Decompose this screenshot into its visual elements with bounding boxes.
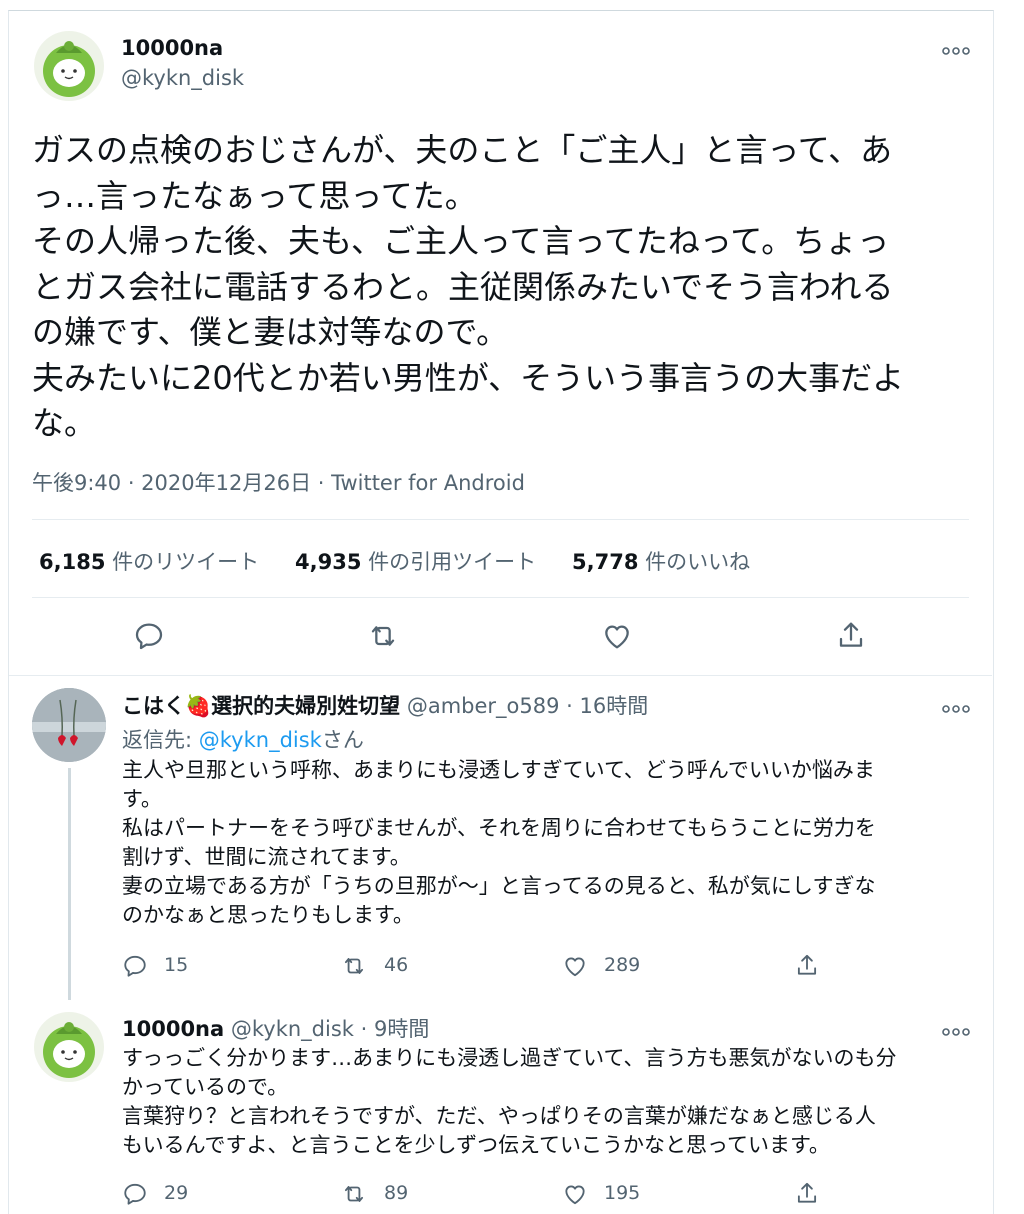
reply-icon[interactable]: [133, 620, 165, 652]
share-icon[interactable]: [794, 1179, 820, 1207]
tweet-time[interactable]: · 9時間: [361, 1017, 430, 1041]
tweet-line: 夫みたいに20代とか若い男性が、そういう事言うの大事だよ: [32, 358, 905, 397]
like-count: 195: [604, 1182, 641, 1204]
retweet-icon[interactable]: [340, 953, 368, 979]
retweet-count: 6,185: [39, 550, 106, 574]
tweet-line: その人帰った後、夫も、ご主人って言ってたねって。ちょっ: [32, 222, 890, 260]
avatar[interactable]: [34, 31, 104, 101]
quote-stats[interactable]: 4,935 件の引用ツイート: [295, 546, 536, 576]
divider: [9, 675, 992, 676]
tweet-body: ガスの点検のおじさんが、夫のこと「ご主人」と言って、あ っ…言ったなぁって思って…: [32, 128, 904, 447]
like-icon[interactable]: [562, 1181, 588, 1207]
more-icon[interactable]: [942, 694, 970, 718]
avatar[interactable]: [32, 688, 106, 762]
display-name[interactable]: こはく🍓選択的夫婦別姓切望: [122, 694, 400, 718]
tweet-line: ガスの点検のおじさんが、夫のこと「ご主人」と言って、あ: [32, 131, 893, 169]
tweet-line: 妻の立場である方が「うちの旦那が〜」と言ってるの見ると、私が気にしすぎな: [122, 874, 876, 898]
more-icon[interactable]: [942, 36, 970, 60]
like-icon[interactable]: [601, 620, 633, 652]
tweet-line: な。: [32, 404, 97, 442]
tweet-line: 主人や旦那という呼称、あまりにも浸透しすぎていて、どう呼んでいいか悩みま: [122, 758, 875, 782]
retweet-stats[interactable]: 6,185 件のリツイート: [39, 546, 259, 576]
display-name[interactable]: 10000na: [122, 1017, 224, 1041]
divider: [32, 519, 969, 520]
retweet-icon[interactable]: [340, 1181, 368, 1207]
retweet-label: 件のリツイート: [112, 550, 260, 574]
tweet-line: 私はパートナーをそう呼びませんが、それを周りに合わせてもらうことに労力を: [122, 816, 876, 840]
tweet-line: のかなぁと思ったりもします。: [122, 903, 414, 927]
tweet-timestamp[interactable]: 午後9:40 · 2020年12月26日 · Twitter for Andro…: [32, 467, 525, 497]
quote-label: 件の引用ツイート: [368, 550, 537, 574]
tweet-line: かっているので。: [122, 1075, 289, 1099]
divider: [32, 597, 969, 598]
more-icon[interactable]: [942, 1017, 970, 1041]
like-count: 5,778: [572, 550, 639, 574]
user-handle[interactable]: @kykn_disk: [121, 66, 244, 90]
reply-icon[interactable]: [122, 1181, 148, 1207]
share-icon[interactable]: [794, 951, 820, 979]
tweet-line: っ…言ったなぁって思ってた。: [32, 176, 477, 215]
retweet-icon[interactable]: [366, 620, 400, 652]
user-handle[interactable]: @amber_o589: [407, 694, 560, 718]
share-icon[interactable]: [835, 618, 867, 652]
tweet-line: もいるんですよ、と言うことを少しずつ伝えていこうかなと思っています。: [122, 1133, 830, 1157]
thread-line: [68, 768, 71, 1000]
retweet-count: 89: [384, 1182, 409, 1204]
like-stats[interactable]: 5,778 件のいいね: [572, 546, 750, 576]
quote-count: 4,935: [295, 550, 362, 574]
user-handle[interactable]: @kykn_disk: [231, 1017, 354, 1041]
tweet-line: の嫌です、僕と妻は対等なので。: [32, 313, 509, 351]
tweet-body: 主人や旦那という呼称、あまりにも浸透しすぎていて、どう呼んでいいか悩みま す。 …: [122, 756, 876, 930]
tweet-line: す。: [122, 787, 162, 811]
avatar[interactable]: [34, 1012, 104, 1082]
reply-icon[interactable]: [122, 953, 148, 979]
tweet-header: こはく🍓選択的夫婦別姓切望 @amber_o589 · 16時間: [122, 690, 648, 720]
tweet-header: 10000na @kykn_disk · 9時間: [122, 1013, 429, 1043]
reply-count: 29: [164, 1182, 189, 1204]
display-name[interactable]: 10000na: [121, 36, 223, 60]
reply-count: 15: [164, 954, 189, 976]
tweet-body: すっっごく分かります…あまりにも浸透し過ぎていて、言う方も悪気がないのも分 かっ…: [122, 1044, 896, 1160]
tweet-time[interactable]: · 16時間: [566, 694, 648, 718]
tweet-line: すっっごく分かります…あまりにも浸透し過ぎていて、言う方も悪気がないのも分: [122, 1046, 897, 1070]
reply-to-suffix: さん: [321, 728, 364, 752]
tweet-line: 言葉狩り？と言われそうですが、ただ、やっぱりその言葉が嫌だなぁと感じる人: [122, 1104, 876, 1128]
tweet-line: とガス会社に電話するわと。主従関係みたいでそう言われる: [32, 267, 894, 306]
retweet-count: 46: [384, 954, 409, 976]
reply-to: 返信先: @kykn_diskさん: [122, 724, 364, 754]
reply-to-prefix: 返信先:: [122, 728, 199, 752]
like-count: 289: [604, 954, 641, 976]
reply-to-handle[interactable]: @kykn_disk: [199, 728, 322, 752]
like-icon[interactable]: [562, 953, 588, 979]
like-label: 件のいいね: [645, 550, 751, 574]
tweet-line: 割けず、世間に流されてます。: [122, 845, 411, 869]
